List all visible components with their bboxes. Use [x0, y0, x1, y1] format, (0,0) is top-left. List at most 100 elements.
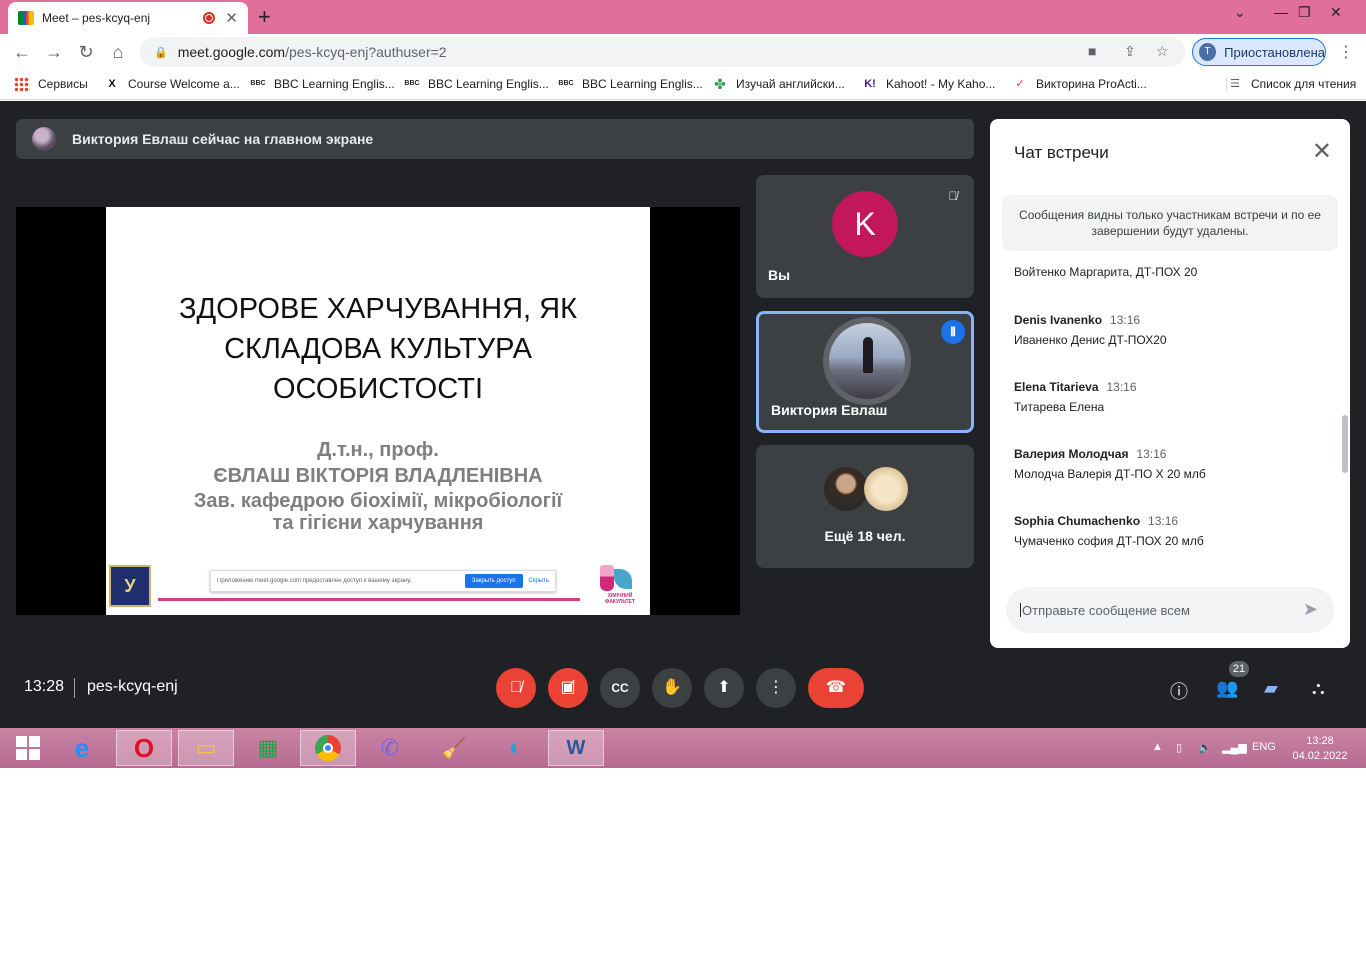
leave-call-button[interactable]: ☎ [808, 668, 864, 708]
reading-list[interactable]: ☰ Список для чтения [1226, 77, 1356, 91]
start-button[interactable] [0, 730, 56, 766]
close-icon[interactable]: ✕ [1312, 137, 1332, 166]
show-hidden-icons[interactable]: ▲ [1152, 741, 1163, 753]
bookmark-learn-english[interactable]: ✤ Изучай английски... [712, 77, 845, 91]
meeting-chat-panel: Чат встречи ✕ Сообщения видны только уча… [990, 119, 1350, 648]
slide-title-line: ЗДОРОВЕ ХАРЧУВАННЯ, ЯК [179, 293, 577, 325]
checkmark-icon: ✓ [1015, 78, 1025, 90]
chat-time: 13:16 [1136, 447, 1167, 461]
info-icon: ⓘ [1170, 682, 1188, 702]
hide-notice-link[interactable]: Скрыть [529, 578, 549, 584]
present-screen-button[interactable]: ⬆ [704, 668, 744, 708]
viber-icon[interactable]: ✆ [362, 730, 418, 766]
reload-icon[interactable]: ↻ [74, 40, 98, 64]
home-icon[interactable]: ⌂ [106, 40, 130, 64]
bookmark-bbc-1[interactable]: BBC BBC Learning Englis... [250, 77, 394, 91]
bookmark-label: Изучай английски... [736, 77, 845, 91]
bookmark-bbc-3[interactable]: BBC BBC Learning Englis... [558, 77, 702, 91]
minimize-window-button[interactable]: — [1274, 4, 1288, 20]
mic-off-icon: 🎙̸ [942, 185, 964, 207]
bookmark-proactive-quiz[interactable]: ✓ Викторина ProActi... [1012, 77, 1146, 91]
slide-author-line: Д.т.н., проф. [317, 439, 439, 461]
participant-tile-you[interactable]: K 🎙̸ Вы [756, 175, 974, 298]
tab-close-icon[interactable]: ✕ [225, 9, 238, 27]
presentation-slide: ЗДОРОВЕ ХАРЧУВАННЯ, ЯК СКЛАДОВА КУЛЬТУРА… [106, 207, 650, 615]
chrome-icon[interactable] [300, 730, 356, 766]
meet-area: Виктория Евлаш сейчас на главном экране … [0, 101, 1366, 728]
raise-hand-button[interactable]: ✋ [652, 668, 692, 708]
participant-tile-speaker[interactable]: ⦀ Виктория Евлаш [756, 311, 974, 433]
chat-button[interactable]: ▰ [1264, 678, 1278, 699]
system-date: 04.02.2022 [1292, 750, 1348, 762]
lock-icon[interactable]: 🔒 [154, 46, 168, 59]
close-window-button[interactable]: ✕ [1330, 4, 1342, 21]
stop-sharing-button[interactable]: Закрыть доступ [464, 574, 523, 588]
tab-title: Meet – pes-kcyq-enj [42, 11, 151, 25]
divider [74, 678, 75, 698]
camera-toggle-button[interactable]: ▣̸ [548, 668, 588, 708]
power-icon[interactable]: ▯ [1176, 741, 1182, 754]
slide-author-line: та гігієни харчування [272, 512, 484, 534]
opera-icon[interactable]: O [116, 730, 172, 766]
presenter-avatar [32, 127, 56, 151]
send-icon[interactable]: ➤ [1303, 599, 1318, 620]
presentation-stage[interactable]: ЗДОРОВЕ ХАРЧУВАННЯ, ЯК СКЛАДОВА КУЛЬТУРА… [16, 207, 740, 615]
network-icon[interactable]: ▂▄▆ [1222, 741, 1247, 754]
language-indicator[interactable]: ENG [1252, 741, 1276, 753]
bbc-icon: BBC [250, 80, 266, 87]
windows-logo-icon [16, 736, 40, 760]
file-explorer-icon[interactable]: ▭ [178, 730, 234, 766]
people-button[interactable]: 👥 [1216, 678, 1238, 699]
internet-explorer-icon[interactable]: e [54, 730, 110, 766]
faculty-logo: ХІМІЧНИЙ ФАКУЛЬТЕТ [594, 561, 646, 611]
word-icon[interactable]: W [548, 730, 604, 766]
participant-name: Вы [768, 267, 791, 283]
chat-scrollbar[interactable] [1342, 415, 1348, 473]
bookmark-course-welcome[interactable]: X Course Welcome a... [104, 77, 240, 91]
recording-indicator-icon [203, 12, 216, 24]
avatar [864, 467, 908, 511]
slide-title-line: СКЛАДОВА КУЛЬТУРА [224, 333, 532, 365]
participant-name: Виктория Евлаш [771, 402, 888, 418]
mic-toggle-button[interactable]: 🎙̸ [496, 668, 536, 708]
tab-search-chevron-icon[interactable]: ⌄ [1234, 4, 1246, 21]
system-time: 13:28 [1306, 735, 1334, 747]
captions-button[interactable]: CC [600, 668, 640, 708]
bookmark-services[interactable]: Сервисы [14, 77, 88, 91]
chat-message-header: Sophia Chumachenko 13:16 [1014, 514, 1204, 528]
ccleaner-icon[interactable]: 🧹 [426, 730, 482, 766]
activities-button[interactable]: ⛬ [1312, 678, 1325, 699]
url-host: meet.google.com [177, 44, 286, 60]
avatar: K [832, 191, 898, 257]
chat-time: 13:16 [1148, 514, 1179, 528]
system-clock[interactable]: 13:28 04.02.2022 [1290, 734, 1350, 764]
volume-icon[interactable]: 🔈 [1198, 741, 1212, 754]
back-icon[interactable]: ← [10, 40, 34, 64]
profile-button[interactable]: Т Приостановлена [1192, 38, 1326, 66]
browser-tab-meet[interactable]: Meet – pes-kcyq-enj ✕ [8, 2, 248, 34]
chat-message: Elena Titarieva 13:16 Титарева Елена [1014, 380, 1137, 414]
camera-in-use-icon[interactable]: ■ [1088, 43, 1096, 59]
participant-tile-more[interactable]: Ещё 18 чел. [756, 445, 974, 568]
chat-message-text: Чумаченко софия ДТ-ПОХ 20 млб [1014, 534, 1204, 548]
bookmark-bbc-2[interactable]: BBC BBC Learning Englis... [404, 77, 548, 91]
chat-message: Валерия Молодчая 13:16 Молодча Валерія ДТ… [1014, 447, 1206, 481]
share-icon[interactable]: ⇪ [1124, 43, 1136, 60]
chat-message-input[interactable]: Отправьте сообщение всем ➤ [1006, 587, 1334, 633]
kahoot-icon: K! [864, 78, 876, 90]
restore-window-button[interactable]: ❐ [1298, 4, 1311, 21]
bookmark-star-icon[interactable]: ☆ [1156, 43, 1169, 60]
forward-icon[interactable]: → [42, 40, 66, 64]
chat-time: 13:16 [1106, 380, 1137, 394]
meeting-details-button[interactable]: ⓘ [1170, 678, 1188, 704]
more-options-button[interactable]: ⋮ [756, 668, 796, 708]
screen-share-notice-text: Приложению meet.google.com предоставлен … [217, 578, 412, 584]
bookmark-kahoot[interactable]: K! Kahoot! - My Kaho... [862, 77, 995, 91]
new-tab-button[interactable]: + [258, 4, 271, 30]
edge-icon[interactable]: ◐ [488, 730, 544, 766]
browser-menu-icon[interactable]: ⋮ [1338, 42, 1354, 62]
store-icon[interactable]: ▦ [240, 730, 296, 766]
address-bar[interactable]: 🔒 meet.google.com /pes-kcyq-enj?authuser… [140, 37, 1185, 67]
chat-message-header: Elena Titarieva 13:16 [1014, 380, 1137, 394]
profile-status: Приостановлена [1224, 44, 1325, 60]
